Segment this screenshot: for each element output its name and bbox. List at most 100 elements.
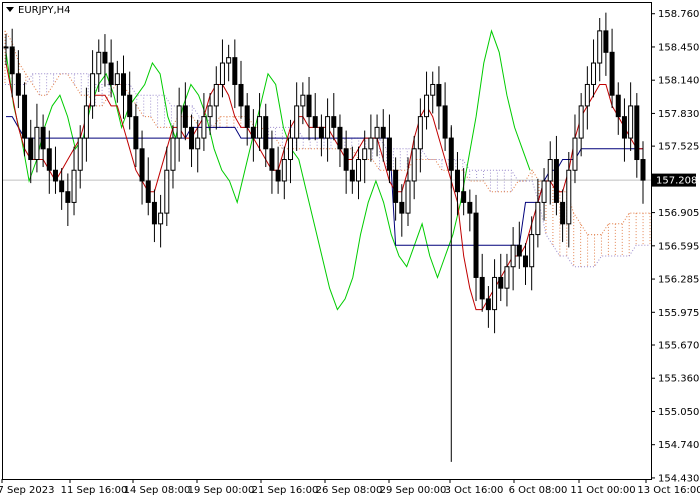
candle-body (213, 83, 219, 107)
y-axis: 158.760 158.450 158.140 157.830 157.525 156.9… (651, 9, 699, 484)
candle-body (461, 191, 467, 203)
candle-body (34, 126, 40, 161)
candle-body (337, 126, 343, 150)
candle-body (232, 57, 238, 85)
candle-body (182, 105, 188, 128)
candle-body (430, 83, 436, 96)
x-tick-label: 26 Sep 08:00 (316, 485, 383, 496)
y-tick-label: 157.830 (658, 109, 699, 120)
candle-body (96, 51, 102, 75)
candle-body (634, 105, 640, 161)
candle-body (628, 105, 634, 139)
x-tick-label: 6 Oct 08:00 (509, 485, 568, 496)
candle-body (615, 94, 621, 118)
candle-body (121, 73, 127, 96)
candle-body (609, 51, 615, 96)
x-tick-label: 3 Oct 16:00 (445, 485, 504, 496)
candle-body (52, 169, 58, 182)
candle-body (405, 180, 411, 214)
candle-body (454, 169, 460, 193)
candle-body (219, 62, 225, 85)
candle-body (572, 137, 578, 171)
candle-body (473, 212, 479, 278)
candle-body (356, 159, 362, 182)
y-tick-label: 156.285 (658, 275, 699, 286)
candle-body (374, 126, 380, 139)
candle-body (127, 94, 133, 118)
candle-body (139, 148, 145, 182)
candle-body (189, 126, 195, 150)
candle-body (510, 244, 516, 268)
chart-window[interactable]: 158.760 158.450 158.140 157.830 157.525 156.9… (0, 0, 700, 500)
candle-body (46, 148, 52, 171)
candle-body (176, 105, 182, 139)
candle-body (294, 105, 300, 139)
candle-body (541, 180, 547, 203)
candle-body (603, 30, 609, 53)
candle-body (399, 201, 405, 214)
y-tick-label: 155.975 (658, 308, 699, 319)
candle-body (417, 116, 423, 150)
y-tick-label: 157.525 (658, 142, 699, 153)
candle-body (238, 83, 244, 107)
x-tick-label: 13 Oct 16:00 (637, 485, 700, 496)
candle-body (331, 116, 337, 128)
candle-body (479, 276, 485, 300)
current-price-tag: 157.208 (652, 173, 697, 187)
candle-body (3, 46, 9, 49)
candle-body (158, 212, 164, 225)
candle-body (349, 169, 355, 182)
x-tick-label: 19 Sep 00:00 (188, 485, 255, 496)
candle-body (195, 137, 201, 150)
candle-body (436, 83, 442, 107)
candle-body (380, 126, 386, 139)
candle-body (442, 105, 448, 139)
candle-body (492, 276, 498, 311)
candle-body (207, 105, 213, 118)
x-tick-label: 14 Sep 08:00 (124, 485, 191, 496)
candle-body (325, 116, 331, 139)
y-tick-label: 158.760 (658, 9, 699, 20)
candle-body (318, 126, 324, 139)
candle-body (281, 159, 287, 182)
candle-body (22, 94, 28, 139)
candle-body (28, 137, 34, 161)
candle-body (578, 105, 584, 139)
candle-body (108, 62, 114, 85)
candle-body (59, 180, 65, 193)
candle-body (553, 159, 559, 203)
y-tick-label: 158.140 (658, 76, 699, 87)
candle-body (133, 116, 139, 150)
x-tick-label: 7 Sep 2023 (0, 485, 55, 496)
current-price-tag-text: 157.208 (656, 176, 697, 187)
candle-body (226, 57, 232, 64)
candle-body (250, 126, 256, 139)
candle-body (40, 126, 46, 150)
candle-body (597, 30, 603, 64)
candle-body (114, 73, 120, 85)
candle-body (368, 137, 374, 150)
candle-body (529, 234, 535, 268)
y-tick-label: 156.905 (658, 208, 699, 219)
candle-body (411, 148, 417, 182)
candle-body (269, 148, 275, 171)
candle-body (640, 159, 646, 181)
price-chart[interactable]: 158.760 158.450 158.140 157.830 157.525 156.9… (0, 0, 700, 500)
candle-body (393, 169, 399, 203)
y-tick-label: 154.430 (658, 473, 699, 484)
candle-body (151, 201, 157, 225)
candle-body (498, 276, 504, 289)
candle-body (343, 148, 349, 171)
candle-body (77, 137, 83, 171)
candle-body (287, 137, 293, 161)
candle-body (312, 116, 318, 128)
candle-body (516, 244, 522, 257)
candle-body (504, 266, 510, 289)
candle-body (485, 298, 491, 311)
candle-body (145, 180, 151, 203)
candle-body (83, 105, 89, 139)
candle-body (275, 169, 281, 182)
x-tick-label: 29 Sep 00:00 (380, 485, 447, 496)
y-tick-label: 156.595 (658, 241, 699, 252)
candle-body (566, 169, 572, 225)
